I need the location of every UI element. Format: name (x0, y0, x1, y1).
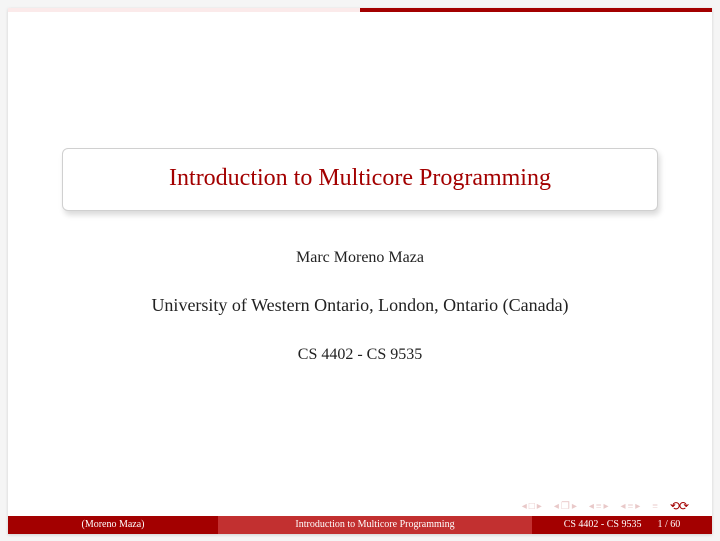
section-lines-icon: ≡ (596, 501, 602, 512)
chevron-right-icon: ▸ (635, 501, 640, 512)
chevron-left-icon: ◂ (554, 501, 559, 512)
chevron-right-icon: ▸ (537, 501, 542, 512)
nav-section-group[interactable]: ◂ ≡ ▸ (589, 501, 609, 512)
chevron-right-icon: ▸ (572, 501, 577, 512)
course-codes: CS 4402 - CS 9535 (8, 346, 712, 364)
chevron-left-icon: ◂ (621, 501, 626, 512)
frame-icon: ❐ (561, 501, 570, 512)
slide-title: Introduction to Multicore Programming (73, 165, 647, 192)
slide-content: Introduction to Multicore Programming Ma… (8, 8, 712, 364)
footer-course: CS 4402 - CS 9535 (564, 519, 642, 530)
author-name: Marc Moreno Maza (8, 249, 712, 267)
footer-page: 1 / 60 (654, 519, 681, 530)
title-block: Introduction to Multicore Programming (62, 148, 658, 211)
undo-redo-icon[interactable]: ⟲⟳ (670, 499, 688, 514)
beamer-slide: Introduction to Multicore Programming Ma… (8, 8, 712, 534)
footer-title: Introduction to Multicore Programming (218, 516, 532, 534)
nav-slide-group[interactable]: ◂ □ ▸ (522, 501, 542, 512)
subsection-lines-icon: ≡ (628, 501, 634, 512)
affiliation: University of Western Ontario, London, O… (8, 295, 712, 316)
nav-frame-group[interactable]: ◂ ❐ ▸ (554, 501, 577, 512)
chevron-right-icon: ▸ (604, 501, 609, 512)
presentation-icon[interactable]: ≡ (652, 501, 658, 512)
footer-right: CS 4402 - CS 9535 1 / 60 (532, 516, 712, 534)
chevron-left-icon: ◂ (589, 501, 594, 512)
nav-symbols: ◂ □ ▸ ◂ ❐ ▸ ◂ ≡ ▸ ◂ ≡ ▸ ≡ ⟲⟳ (522, 499, 688, 514)
footer-author: (Moreno Maza) (8, 516, 218, 534)
slide-footer: (Moreno Maza) Introduction to Multicore … (8, 516, 712, 534)
nav-subsection-group[interactable]: ◂ ≡ ▸ (621, 501, 641, 512)
chevron-left-icon: ◂ (522, 501, 527, 512)
slide-icon: □ (529, 501, 535, 512)
